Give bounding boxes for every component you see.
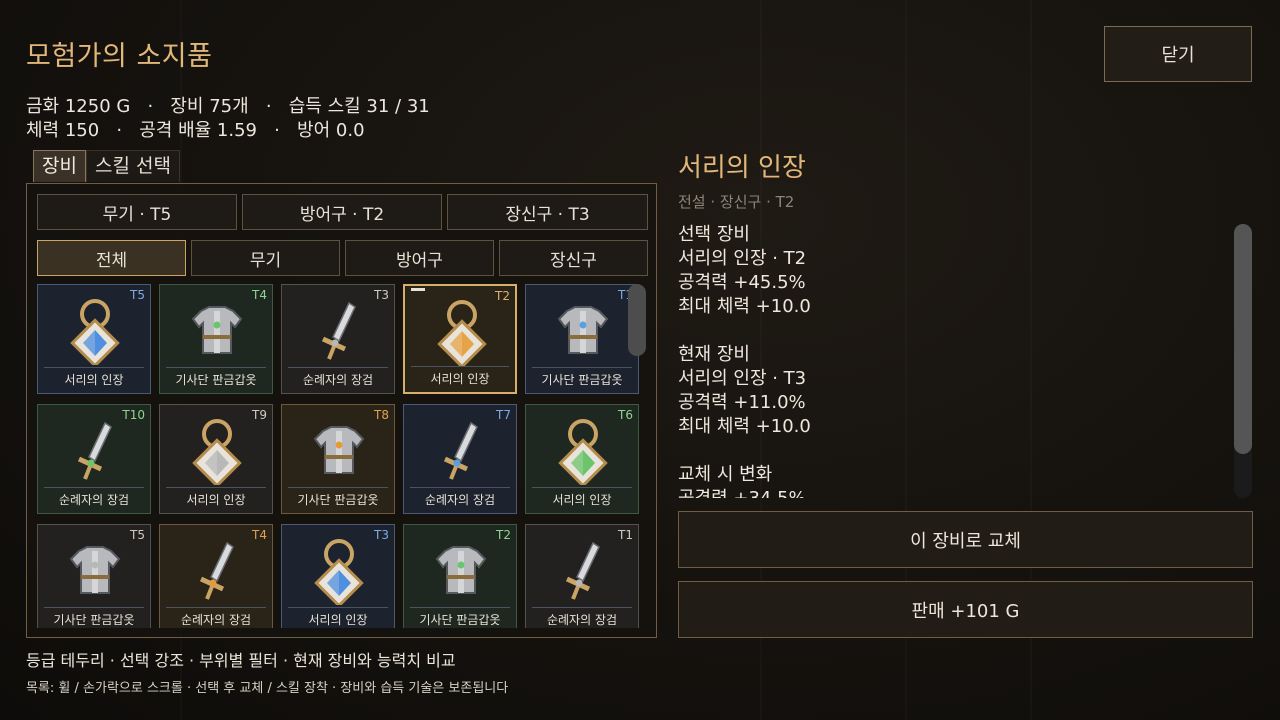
item-tier: T5 bbox=[130, 288, 145, 302]
item-tier: T9 bbox=[252, 408, 267, 422]
item-name: 순례자의 장검 bbox=[532, 607, 632, 628]
detail-line: 서리의 인장 · T2 bbox=[678, 248, 807, 269]
item-tier: T1 bbox=[618, 528, 633, 542]
close-button[interactable]: 닫기 bbox=[1104, 26, 1252, 82]
detail-scroll-thumb[interactable] bbox=[1234, 224, 1252, 454]
item-name: 서리의 인장 bbox=[532, 487, 632, 508]
item-tier: T6 bbox=[618, 408, 633, 422]
item-name: 기사단 판금갑옷 bbox=[44, 607, 144, 628]
tab-bar: 장비 스킬 선택 bbox=[33, 150, 180, 182]
detail-line: 최대 체력 +10.0 bbox=[678, 416, 811, 437]
sell-button[interactable]: 판매 +101 G bbox=[678, 581, 1253, 638]
inventory-item[interactable]: T1 순례자의 장검 bbox=[525, 524, 639, 628]
slot-button-armor[interactable]: 방어구 · T2 bbox=[242, 194, 442, 230]
item-tier: T2 bbox=[496, 528, 511, 542]
item-name: 순례자의 장검 bbox=[288, 367, 388, 388]
inventory-item[interactable]: T8 기사단 판금갑옷 bbox=[281, 404, 395, 514]
item-tier: T8 bbox=[374, 408, 389, 422]
detail-line: 교체 시 변화 bbox=[678, 464, 773, 485]
inventory-item[interactable]: T9 서리의 인장 bbox=[159, 404, 273, 514]
footer-features: 등급 테두리 · 선택 강조 · 부위별 필터 · 현재 장비와 능력치 비교 bbox=[26, 651, 456, 670]
item-name: 순례자의 장검 bbox=[44, 487, 144, 508]
item-tier: T10 bbox=[122, 408, 145, 422]
tab-equipment[interactable]: 장비 bbox=[33, 150, 86, 182]
detail-line: 공격력 +11.0% bbox=[678, 392, 806, 413]
item-name: 기사단 판금갑옷 bbox=[532, 367, 632, 388]
equip-button[interactable]: 이 장비로 교체 bbox=[678, 511, 1253, 568]
item-tier: T3 bbox=[374, 528, 389, 542]
item-name: 서리의 인장 bbox=[411, 366, 509, 387]
inventory-item[interactable]: T1 기사단 판금갑옷 bbox=[525, 284, 639, 394]
footer-hint: 목록: 휠 / 손가락으로 스크롤 · 선택 후 교체 / 스킬 장착 · 장비… bbox=[26, 681, 509, 696]
inventory-item[interactable]: T2 기사단 판금갑옷 bbox=[403, 524, 517, 628]
filter-weapon[interactable]: 무기 bbox=[191, 240, 340, 276]
detail-line: 공격력 +45.5% bbox=[678, 272, 806, 293]
page-title: 모험가의 소지품 bbox=[26, 41, 213, 72]
filter-armor[interactable]: 방어구 bbox=[345, 240, 494, 276]
inventory-item[interactable]: T7 순례자의 장검 bbox=[403, 404, 517, 514]
inventory-item[interactable]: T5 서리의 인장 bbox=[37, 284, 151, 394]
inventory-item[interactable]: T6 서리의 인장 bbox=[525, 404, 639, 514]
item-name: 순례자의 장검 bbox=[410, 487, 510, 508]
filter-all[interactable]: 전체 bbox=[37, 240, 186, 276]
inventory-panel: 무기 · T5 방어구 · T2 장신구 · T3 전체 무기 방어구 장신구 … bbox=[26, 183, 657, 638]
inventory-item[interactable]: T5 기사단 판금갑옷 bbox=[37, 524, 151, 628]
inventory-item[interactable]: T4 순례자의 장검 bbox=[159, 524, 273, 628]
detail-panel[interactable]: 선택 장비서리의 인장 · T2 공격력 +45.5% 최대 체력 +10.0 현재 … bbox=[678, 220, 1218, 498]
tab-skill-select[interactable]: 스킬 선택 bbox=[85, 150, 180, 182]
stats-line-1: 금화 1250 G · 장비 75개 · 습득 스킬 31 / 31 bbox=[26, 96, 430, 117]
detail-line: 공격력 +34.5% bbox=[678, 484, 806, 498]
detail-line: 현재 장비 bbox=[678, 344, 750, 365]
item-name: 서리의 인장 bbox=[288, 607, 388, 628]
item-tier: T4 bbox=[252, 288, 267, 302]
item-name: 기사단 판금갑옷 bbox=[410, 607, 510, 628]
detail-title: 서리의 인장 bbox=[678, 153, 806, 183]
detail-line: 최대 체력 +10.0 bbox=[678, 296, 811, 317]
item-tier: T5 bbox=[130, 528, 145, 542]
selected-marker bbox=[411, 288, 425, 291]
detail-line: 서리의 인장 · T3 bbox=[678, 368, 807, 389]
item-grid[interactable]: T5 서리의 인장 T4 기사단 판금갑옷 T3 순례자의 장검 T2 서리의 인장 T1 기사단… bbox=[37, 284, 641, 628]
item-name: 순례자의 장검 bbox=[166, 607, 266, 628]
inventory-item[interactable]: T3 서리의 인장 bbox=[281, 524, 395, 628]
slot-button-accessory[interactable]: 장신구 · T3 bbox=[447, 194, 648, 230]
inventory-item[interactable]: T4 기사단 판금갑옷 bbox=[159, 284, 273, 394]
inventory-item[interactable]: T10 순례자의 장검 bbox=[37, 404, 151, 514]
item-tier: T2 bbox=[495, 289, 510, 303]
detail-line: 선택 장비 bbox=[678, 224, 750, 245]
item-tier: T3 bbox=[374, 288, 389, 302]
item-tier: T4 bbox=[252, 528, 267, 542]
item-name: 서리의 인장 bbox=[166, 487, 266, 508]
slot-button-weapon[interactable]: 무기 · T5 bbox=[37, 194, 237, 230]
item-tier: T7 bbox=[496, 408, 511, 422]
filter-accessory[interactable]: 장신구 bbox=[499, 240, 648, 276]
detail-subtitle: 전설 · 장신구 · T2 bbox=[678, 193, 795, 211]
item-name: 기사단 판금갑옷 bbox=[166, 367, 266, 388]
inventory-item[interactable]: T3 순례자의 장검 bbox=[281, 284, 395, 394]
item-grid-scrollbar[interactable] bbox=[628, 284, 646, 356]
inventory-item[interactable]: T2 서리의 인장 bbox=[403, 284, 517, 394]
item-name: 기사단 판금갑옷 bbox=[288, 487, 388, 508]
item-name: 서리의 인장 bbox=[44, 367, 144, 388]
stats-line-2: 체력 150 · 공격 배율 1.59 · 방어 0.0 bbox=[26, 120, 365, 141]
